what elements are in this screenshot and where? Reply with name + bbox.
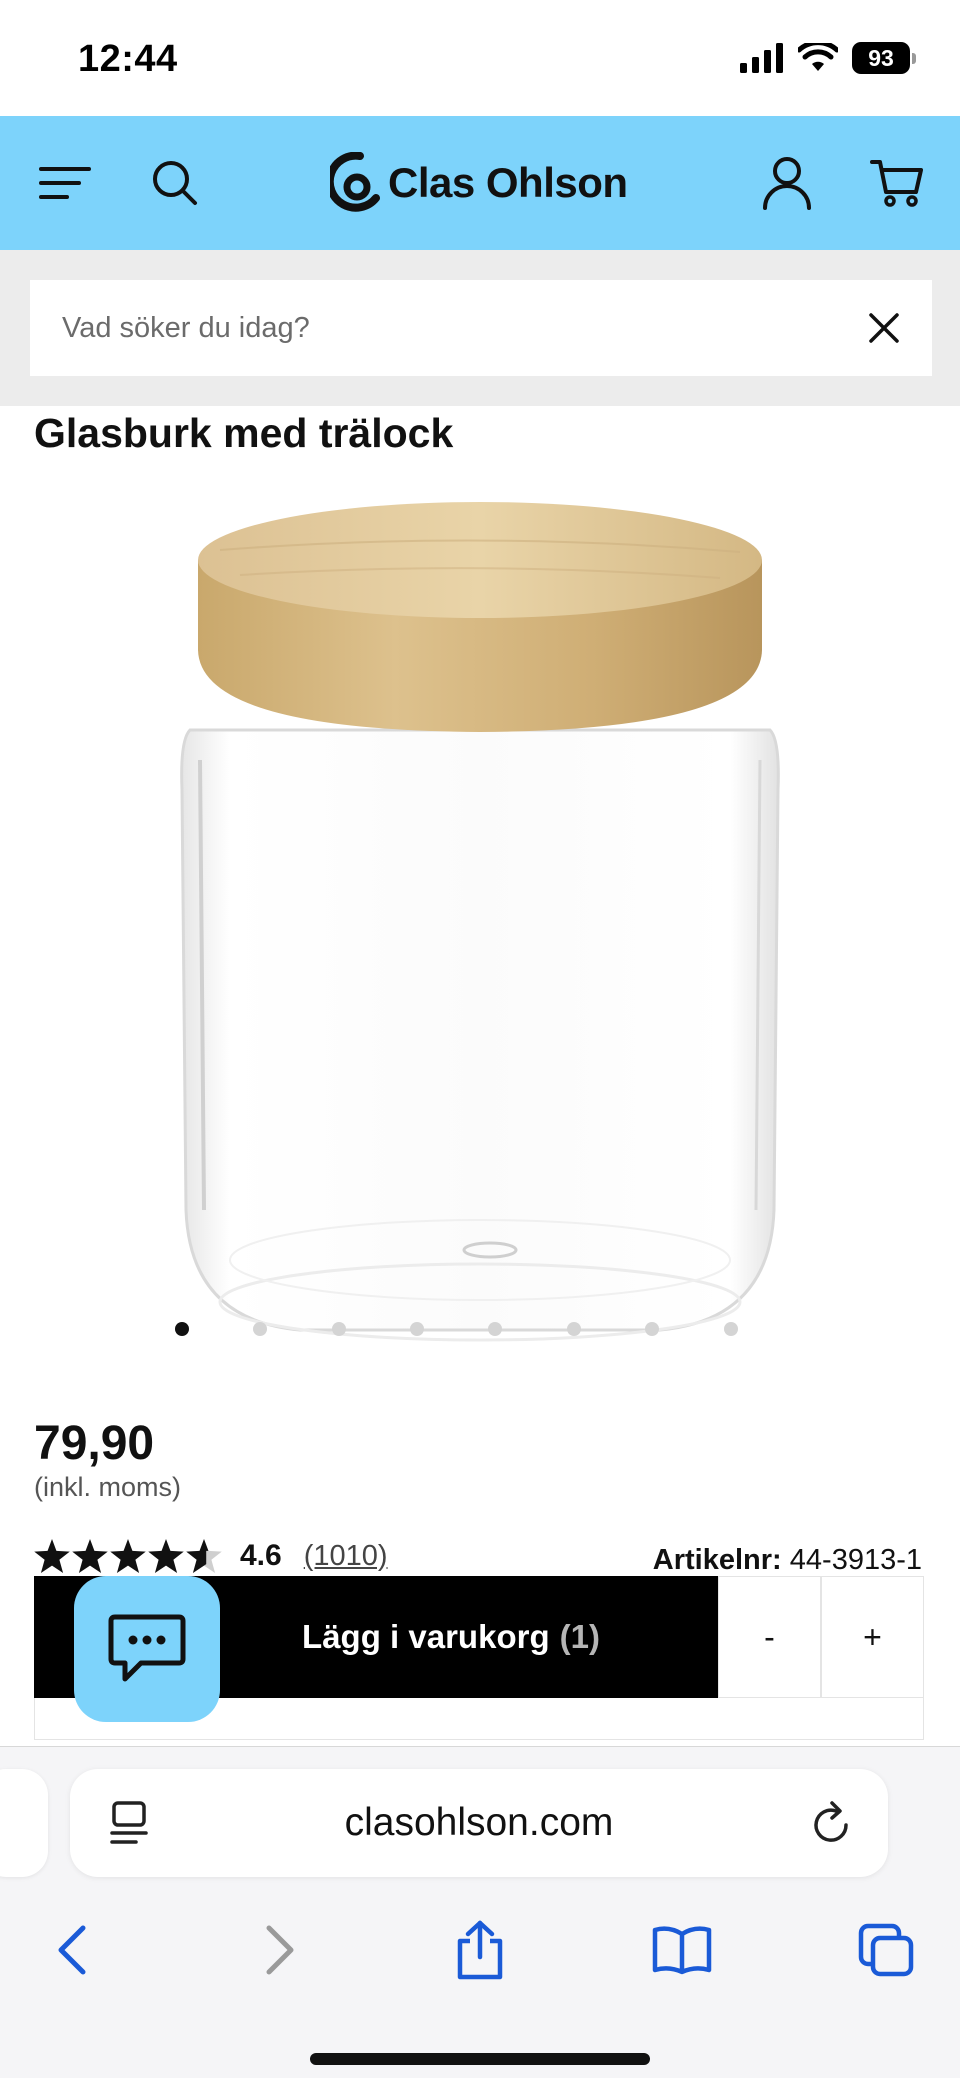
home-indicator — [310, 2053, 650, 2065]
carousel-dot[interactable] — [253, 1322, 267, 1336]
bookmarks-icon — [652, 1926, 712, 1975]
carousel-dot[interactable] — [645, 1322, 659, 1336]
search-band — [0, 250, 960, 406]
close-icon — [869, 313, 899, 343]
browser-bottom-bar: clasohlson.com — [0, 1746, 960, 2078]
carousel-dot[interactable] — [488, 1322, 502, 1336]
rating-value: 4.6 — [240, 1539, 282, 1572]
menu-button[interactable] — [30, 116, 100, 250]
brand-logo[interactable]: Clas Ohlson — [330, 152, 628, 214]
back-icon — [58, 1925, 86, 1975]
clas-ohlson-logo-icon — [330, 152, 380, 212]
tabs-button[interactable] — [846, 1905, 926, 1995]
forward-button[interactable] — [240, 1905, 320, 1995]
product-price: 79,90 — [34, 1417, 155, 1470]
search-button[interactable] — [140, 116, 210, 250]
star-icon — [72, 1539, 108, 1573]
carousel-dot[interactable] — [410, 1322, 424, 1336]
star-icon — [34, 1539, 70, 1573]
account-button[interactable] — [752, 116, 822, 250]
site-header: Clas Ohlson — [0, 116, 960, 250]
browser-toolbar — [0, 1905, 960, 1995]
search-input[interactable] — [30, 280, 830, 376]
product-title: Glasburk med trälock — [34, 410, 454, 456]
price-vat-note: (inkl. moms) — [34, 1472, 181, 1502]
brand-name: Clas Ohlson — [388, 159, 628, 206]
back-button[interactable] — [32, 1905, 112, 1995]
battery-indicator: 93 — [852, 42, 916, 74]
article-number-value: 44-3913-1 — [789, 1544, 922, 1576]
article-number-label: Artikelnr: — [652, 1544, 782, 1576]
glass-jar-image — [180, 502, 780, 1342]
reload-icon[interactable] — [810, 1797, 854, 1847]
star-icon — [110, 1539, 146, 1573]
menu-icon — [39, 167, 91, 199]
search-clear-button[interactable] — [860, 304, 908, 352]
address-url: clasohlson.com — [344, 1801, 614, 1844]
rating-stars — [34, 1539, 222, 1573]
image-carousel-dots — [0, 1318, 960, 1338]
search-icon — [153, 161, 197, 205]
chat-icon — [108, 1614, 186, 1682]
star-icon — [148, 1539, 184, 1573]
carousel-dot[interactable] — [724, 1322, 738, 1336]
share-button[interactable] — [440, 1905, 520, 1995]
rating-row: 4.6 (1010) — [34, 1534, 388, 1578]
decrease-quantity-button[interactable]: - — [718, 1576, 821, 1698]
article-number: Artikelnr: 44-3913-1 — [653, 1544, 922, 1577]
add-to-cart-label: Lägg i varukorg — [302, 1618, 550, 1655]
wifi-icon — [798, 43, 838, 71]
status-bar: 12:44 93 — [0, 0, 960, 116]
carousel-dot[interactable] — [567, 1322, 581, 1336]
previous-tab-peek[interactable] — [0, 1769, 48, 1877]
signal-icon — [740, 43, 783, 73]
cart-icon — [870, 160, 923, 207]
reviews-link[interactable]: (1010) — [304, 1540, 388, 1573]
half-star-icon — [186, 1539, 222, 1573]
carousel-dot[interactable] — [175, 1322, 189, 1336]
bookmarks-button[interactable] — [642, 1905, 722, 1995]
chat-button[interactable] — [74, 1576, 220, 1722]
tabs-icon — [858, 1923, 914, 1977]
carousel-dot[interactable] — [332, 1322, 346, 1336]
status-time: 12:44 — [78, 38, 178, 80]
cart-button[interactable] — [862, 116, 932, 250]
search-box — [30, 280, 932, 376]
cart-quantity: (1) — [559, 1618, 600, 1655]
forward-icon — [266, 1925, 294, 1975]
share-icon — [457, 1920, 503, 1980]
increase-quantity-button[interactable]: + — [821, 1576, 924, 1698]
user-icon — [763, 157, 811, 210]
product-image[interactable] — [160, 490, 800, 1350]
address-bar[interactable]: clasohlson.com — [70, 1769, 888, 1877]
status-icons: 93 — [740, 42, 916, 74]
